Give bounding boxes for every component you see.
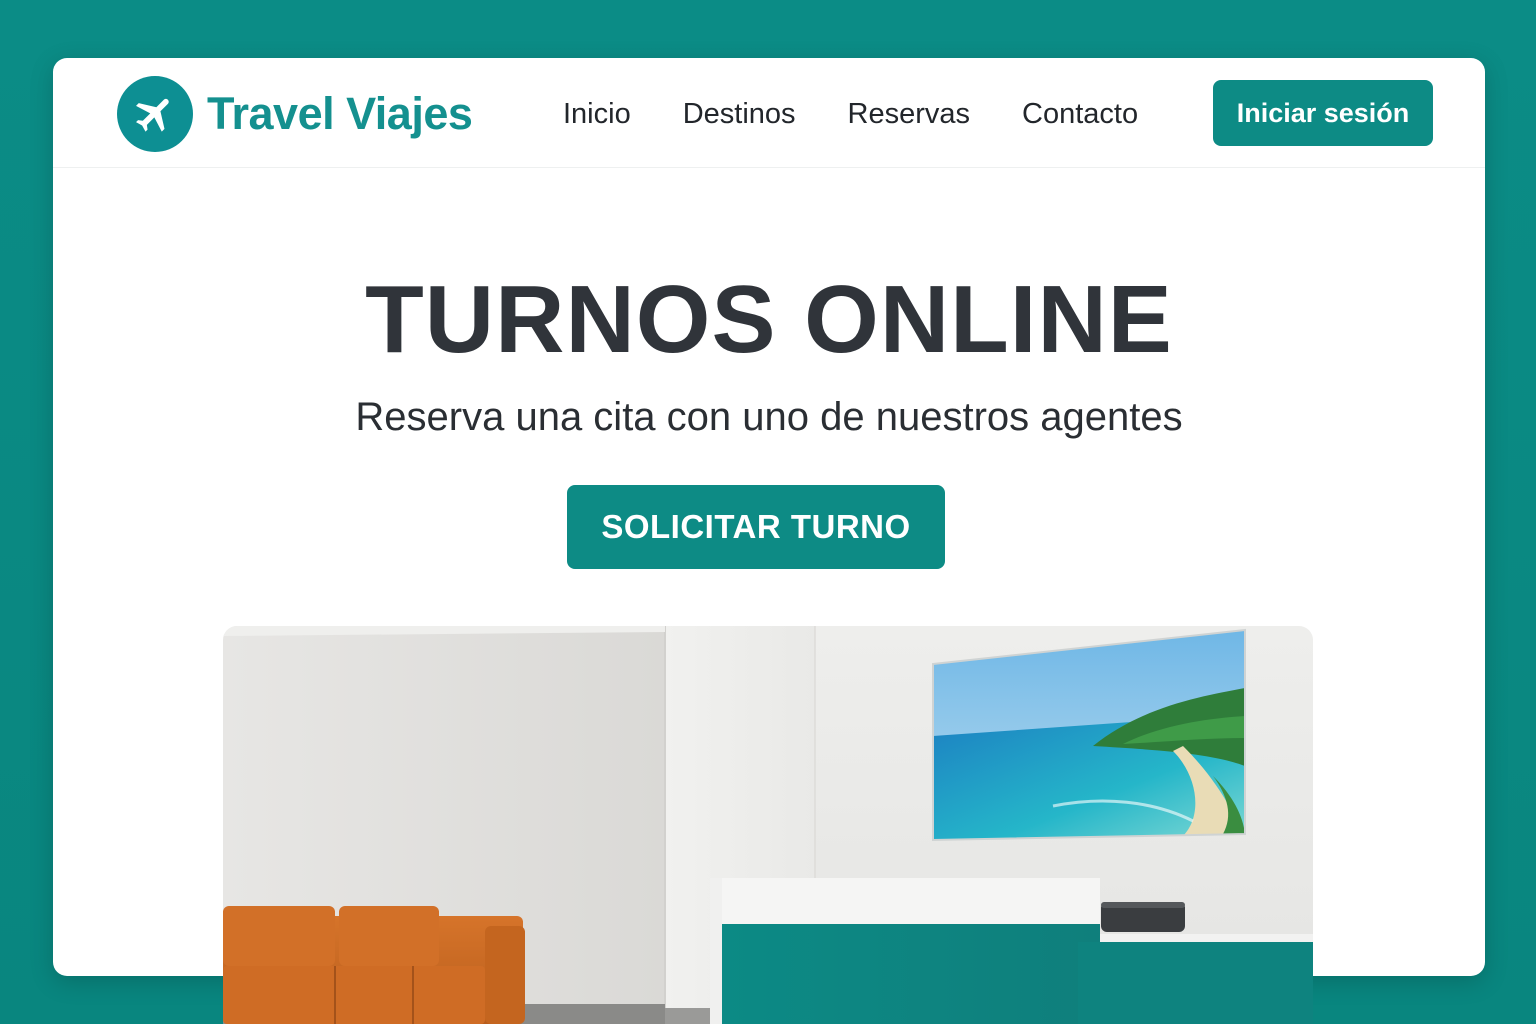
beach-painting: [932, 628, 1246, 842]
nav-item-destinos[interactable]: Destinos: [683, 98, 796, 131]
hero-title: TURNOS ONLINE: [365, 266, 1173, 373]
site-header: Travel Viajes Inicio Destinos Reservas C…: [53, 58, 1485, 168]
hero-subtitle: Reserva una cita con uno de nuestros age…: [355, 395, 1183, 439]
nav-item-reservas[interactable]: Reservas: [848, 98, 971, 131]
airplane-icon: [117, 76, 193, 152]
request-appointment-button[interactable]: SOLICITAR TURNO: [567, 485, 945, 569]
office-photo: [223, 626, 1313, 1024]
brand-logo[interactable]: Travel Viajes: [117, 76, 473, 152]
nav-item-contacto[interactable]: Contacto: [1022, 98, 1138, 131]
main-nav: Inicio Destinos Reservas Contacto: [563, 92, 1138, 136]
orange-sofa: [223, 906, 525, 1024]
login-button[interactable]: Iniciar sesión: [1213, 80, 1433, 146]
brand-name: Travel Viajes: [207, 88, 473, 139]
nav-item-inicio[interactable]: Inicio: [563, 98, 631, 131]
